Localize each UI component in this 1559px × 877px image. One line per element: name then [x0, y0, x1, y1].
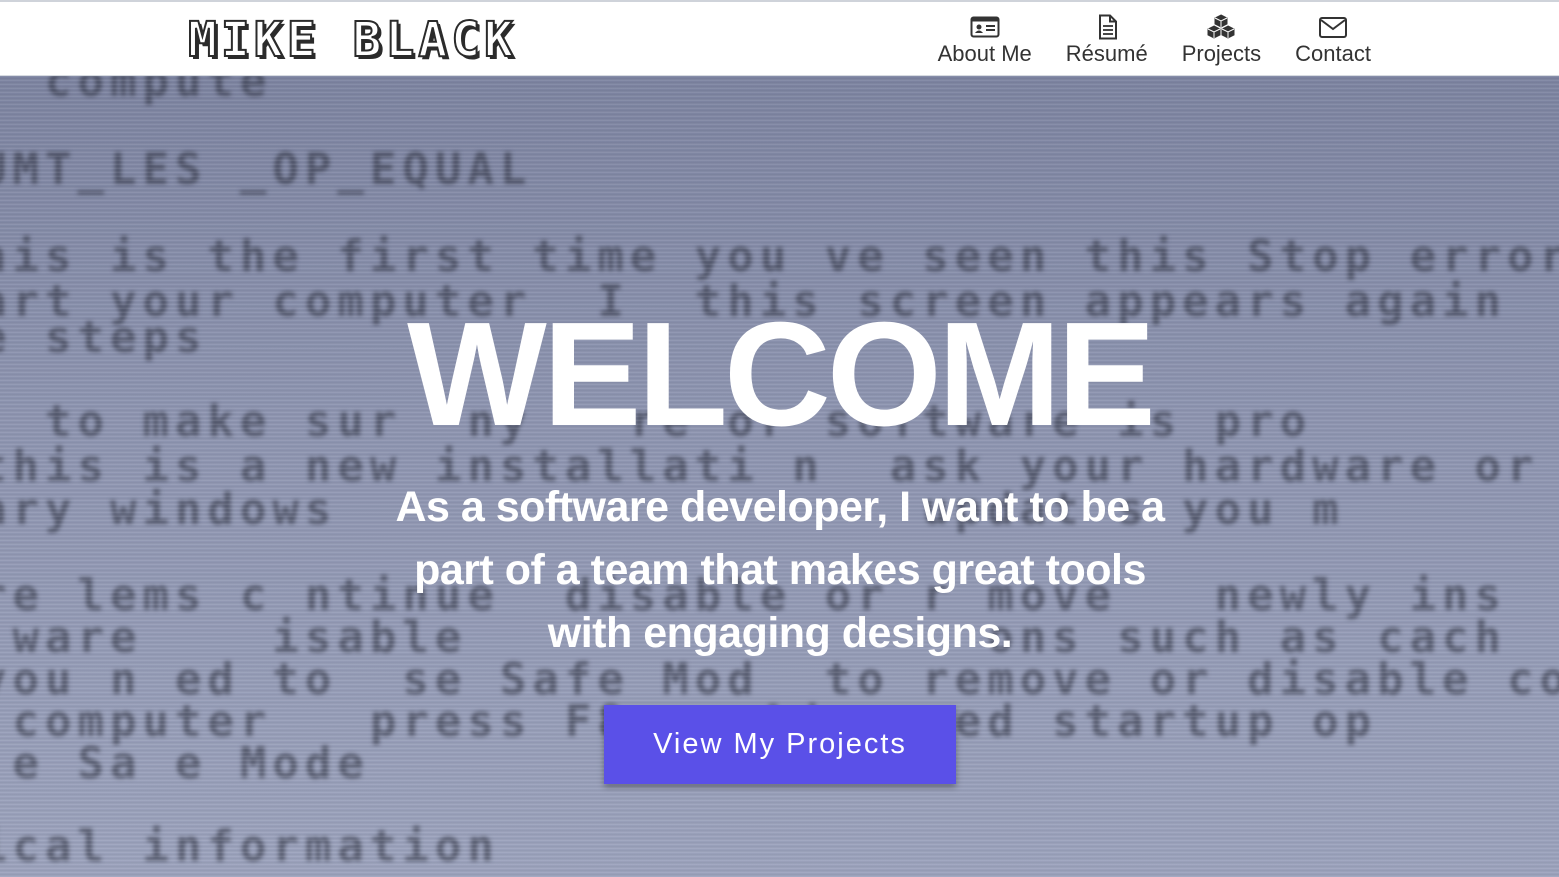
background-text-line: compute [0, 76, 273, 107]
tagline-line: As a software developer, I want to be a [395, 483, 1165, 531]
top-navbar: MIKE BLACK About Me Résumé Projects Cont… [0, 0, 1559, 76]
nav-label-projects: Projects [1181, 41, 1262, 66]
cubes-icon [1207, 14, 1235, 39]
nav-label-resume: Résumé [1065, 41, 1148, 66]
background-text-line: UMT_LES _OP_EQUAL [0, 144, 533, 195]
background-text-line: his is the first time you ve seen this S… [0, 231, 1559, 282]
envelope-icon [1319, 17, 1348, 38]
site-logo[interactable]: MIKE BLACK [187, 13, 517, 67]
nav-label-about-me: About Me [937, 41, 1032, 66]
hero-title: WELCOME [407, 292, 1156, 457]
nav-item-about-me[interactable]: About Me [938, 2, 1032, 67]
background-text-line: ical information [0, 821, 500, 872]
document-icon [1098, 14, 1117, 40]
main-nav: About Me Résumé Projects Contact [938, 2, 1371, 76]
nav-item-resume[interactable]: Résumé [1066, 2, 1148, 67]
id-card-icon [970, 16, 1000, 38]
view-projects-button[interactable]: View My Projects [604, 705, 956, 784]
background-text-line: e Sa e Mode [0, 738, 370, 789]
nav-label-contact: Contact [1295, 41, 1371, 66]
nav-item-projects[interactable]: Projects [1182, 2, 1261, 67]
hero-tagline: As a software developer, I want to be a … [330, 476, 1230, 665]
nav-item-contact[interactable]: Contact [1295, 2, 1371, 67]
tagline-line: part of a team that makes great tools [414, 546, 1146, 594]
tagline-line: with engaging designs. [547, 609, 1013, 657]
